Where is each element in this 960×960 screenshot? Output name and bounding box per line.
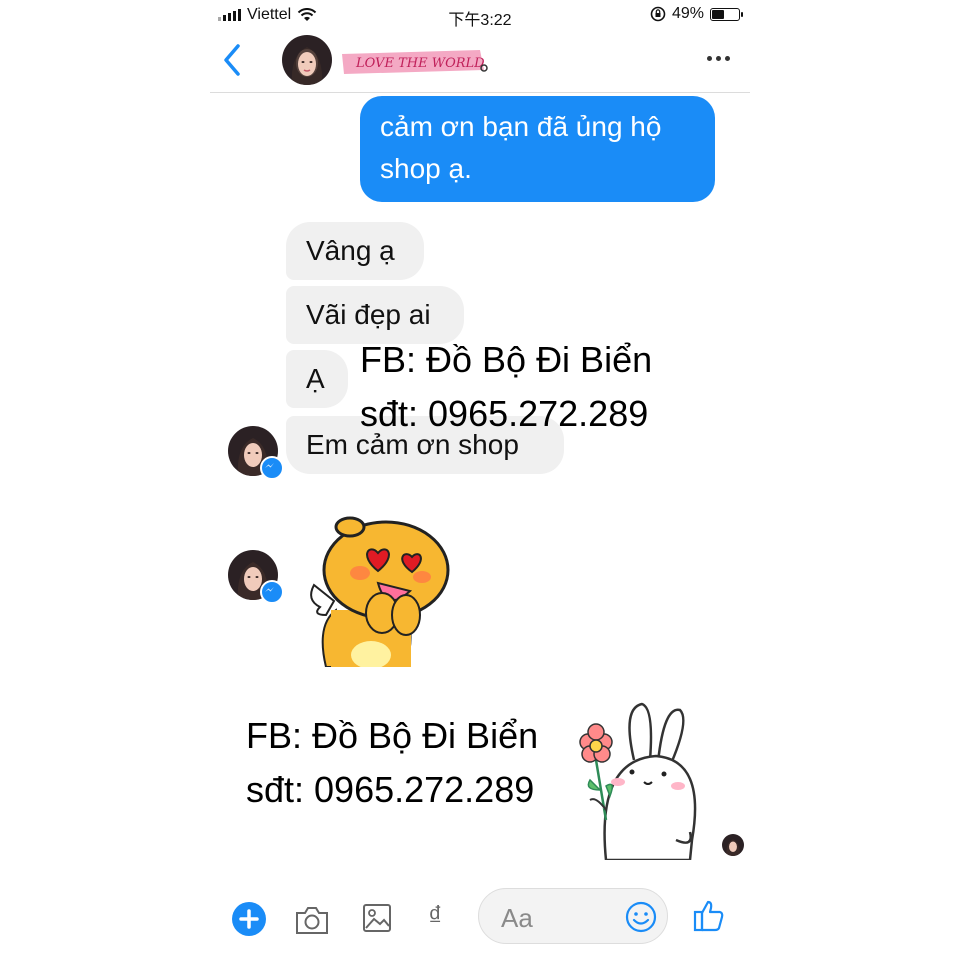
- plus-icon: [239, 909, 259, 929]
- messenger-badge-icon: [260, 456, 284, 480]
- plus-button[interactable]: [232, 902, 266, 936]
- incoming-message[interactable]: Vâng ạ: [286, 222, 424, 280]
- shop-phone-label: sđt: 0965.272.289: [246, 769, 535, 810]
- battery-group: 49%: [650, 5, 743, 23]
- shop-fb-label: FB: Đồ Bộ Đi Biển: [360, 339, 653, 380]
- contact-avatar[interactable]: [282, 35, 332, 85]
- read-receipt-avatar: [722, 834, 744, 856]
- more-dots-icon: [707, 56, 712, 61]
- outgoing-message[interactable]: cảm ơn bạn đã ủng hộ shop ạ.: [360, 96, 715, 202]
- camera-icon[interactable]: [294, 904, 330, 936]
- chevron-left-icon: [224, 44, 240, 76]
- thumbs-up-icon[interactable]: [692, 898, 726, 934]
- incoming-message[interactable]: Ạ: [286, 350, 348, 408]
- bunny-flower-sticker-icon: [579, 702, 697, 860]
- image-icon[interactable]: [362, 902, 392, 934]
- payment-button[interactable]: ₫: [428, 900, 442, 932]
- composer-bar: ₫: [210, 880, 750, 960]
- contact-name-banner[interactable]: LOVE THE WORLD: [338, 48, 488, 76]
- rotation-lock-icon: [650, 6, 666, 22]
- message-input-box[interactable]: [478, 888, 668, 944]
- conversation-header: LOVE THE WORLD: [210, 30, 750, 93]
- battery-percent: 49%: [671, 5, 704, 22]
- love-sticker-icon[interactable]: [306, 515, 456, 667]
- battery-icon: [710, 7, 743, 21]
- more-button[interactable]: [707, 56, 730, 61]
- svg-text:LOVE THE WORLD: LOVE THE WORLD: [355, 56, 485, 71]
- messenger-badge-icon: [260, 580, 284, 604]
- status-bar: Viettel 下午3:22 49%: [210, 0, 750, 30]
- shop-phone-label: sđt: 0965.272.289: [360, 393, 649, 434]
- emoji-icon[interactable]: [625, 901, 657, 933]
- message-input[interactable]: [499, 899, 613, 937]
- shop-fb-label: FB: Đồ Bộ Đi Biển: [246, 715, 539, 756]
- messenger-screen: Viettel 下午3:22 49% LOVE THE WORLD cảm ơn…: [210, 0, 750, 960]
- back-button[interactable]: [218, 42, 248, 78]
